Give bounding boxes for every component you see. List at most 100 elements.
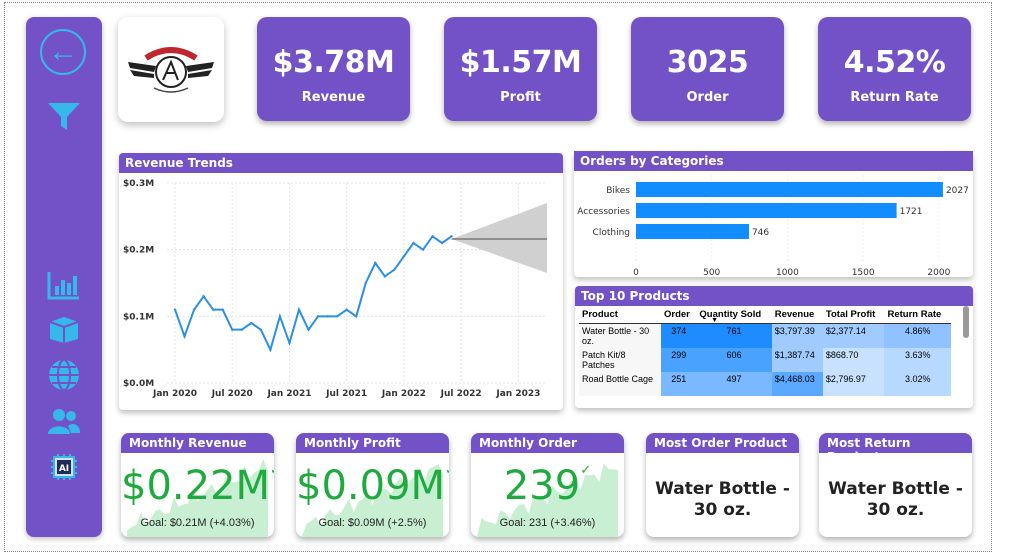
order-label: Order: [686, 90, 729, 105]
monthly-profit-card: Monthly Profit $0.09M✓ Goal: $0.09M (+2.…: [296, 433, 449, 537]
forecast-band: [451, 203, 547, 273]
return-rate-label: Return Rate: [850, 90, 939, 105]
ai-chip-icon[interactable]: AI: [44, 447, 84, 487]
col-product[interactable]: Product: [579, 306, 661, 324]
profit-label: Profit: [500, 90, 541, 105]
monthly-order-value: 239✓: [503, 463, 592, 509]
product-cell: Road Bottle Cage: [579, 372, 661, 396]
revenue-label: Revenue: [301, 90, 366, 105]
revenue-point[interactable]: [402, 255, 406, 258]
top10-panel: Top 10 Products Product Order Quantity S…: [575, 286, 973, 408]
revenue-point[interactable]: [297, 308, 301, 311]
monthly-order-card: Monthly Order 239✓ Goal: 231 (+3.46%): [471, 433, 624, 537]
revenue-point[interactable]: [231, 328, 234, 331]
order-cell: 374: [661, 323, 697, 348]
x-tick-label: Jan 2023: [495, 389, 540, 399]
brand-logo: [118, 17, 224, 122]
revenue-point[interactable]: [192, 308, 196, 311]
profit-cell: $868.70: [822, 348, 885, 372]
product-cell: Patch Kit/8 Patches: [579, 348, 661, 372]
bar-value-label: 1721: [900, 207, 923, 217]
globe-icon[interactable]: [44, 355, 84, 395]
top10-title: Top 10 Products: [575, 286, 973, 306]
profit-value: $1.57M: [459, 45, 582, 80]
revenue-trends-chart[interactable]: $0.0M $0.1M $0.2M $0.3M Jan 2020 Jul 2020 Jan …: [119, 173, 563, 410]
revenue-point[interactable]: [173, 308, 177, 311]
revenue-point[interactable]: [393, 268, 396, 271]
x-tick-label: 1000: [776, 268, 799, 277]
revenue-point[interactable]: [431, 235, 434, 238]
box-icon[interactable]: [44, 309, 84, 349]
revenue-point[interactable]: [307, 328, 310, 331]
revenue-point[interactable]: [326, 315, 329, 318]
y-tick-label: $0.1M: [123, 312, 154, 322]
table-row[interactable]: Road Bottle Cage 251 497 $4,468.03 $2,796.97…: [579, 372, 951, 396]
category-bar[interactable]: [636, 203, 897, 218]
revenue-point[interactable]: [355, 315, 358, 318]
monthly-profit-value: $0.09M✓: [296, 463, 449, 509]
revenue-point[interactable]: [316, 315, 320, 318]
y-tick-label: $0.2M: [123, 246, 154, 256]
revenue-point[interactable]: [335, 315, 339, 318]
revenue-point[interactable]: [269, 348, 272, 351]
return-rate-cell: 4.86%: [884, 323, 951, 348]
revenue-point[interactable]: [383, 275, 387, 278]
revenue-point[interactable]: [421, 248, 425, 251]
monthly-revenue-title: Monthly Revenue: [121, 433, 274, 453]
col-order[interactable]: Order: [661, 306, 697, 324]
revenue-point[interactable]: [288, 341, 291, 345]
monthly-profit-title: Monthly Profit: [296, 433, 449, 453]
revenue-point[interactable]: [240, 328, 243, 331]
x-tick-label: 500: [703, 268, 720, 277]
revenue-point[interactable]: [412, 241, 415, 245]
revenue-cell: $1,387.74: [771, 348, 823, 372]
revenue-point[interactable]: [250, 321, 253, 325]
orders-by-categories-panel: Orders by Categories 0 500 1000 1500 2000 Bik…: [574, 151, 973, 278]
col-revenue[interactable]: Revenue: [771, 306, 823, 324]
bar-chart-icon[interactable]: [44, 265, 84, 305]
top10-table: Product Order Quantity Sold ▼ Revenue Tot…: [579, 306, 951, 396]
most-order-product-value: Water Bottle - 30 oz.: [655, 479, 790, 520]
sort-desc-icon: ▼: [711, 317, 719, 324]
x-tick-label: Jul 2020: [211, 389, 253, 399]
filter-icon[interactable]: [44, 97, 84, 137]
ai-label: AI: [59, 464, 69, 474]
table-scrollbar[interactable]: [963, 306, 969, 338]
quantity-cell: 606: [696, 348, 772, 372]
category-label: Accessories: [577, 207, 630, 217]
revenue-point[interactable]: [259, 328, 263, 331]
revenue-point[interactable]: [450, 235, 453, 238]
revenue-point[interactable]: [345, 308, 348, 311]
category-bar[interactable]: [636, 224, 749, 239]
table-row[interactable]: Water Bottle - 30 oz. 374 761 $3,797.39 $2,3…: [579, 323, 951, 348]
revenue-point[interactable]: [202, 295, 205, 298]
table-row[interactable]: Patch Kit/8 Patches 299 606 $1,387.74 $868.7…: [579, 348, 951, 372]
back-arrow-icon[interactable]: ←: [40, 29, 86, 75]
x-tick-label: Jan 2021: [266, 389, 311, 399]
revenue-point[interactable]: [221, 308, 224, 311]
return-rate-cell: 3.02%: [884, 372, 951, 396]
category-bar[interactable]: [636, 182, 943, 197]
sidebar: ← AI: [26, 17, 102, 537]
most-return-product-card: Most Return Product Water Bottle - 30 oz…: [819, 433, 972, 537]
users-icon[interactable]: [44, 401, 84, 441]
col-total-profit[interactable]: Total Profit: [822, 306, 885, 324]
orders-by-categories-chart[interactable]: 0 500 1000 1500 2000 Bikes 2027 Accessories 1721…: [574, 171, 973, 278]
revenue-point[interactable]: [211, 308, 215, 311]
y-tick-label: $0.3M: [123, 179, 154, 189]
revenue-point[interactable]: [374, 261, 377, 265]
revenue-point[interactable]: [278, 315, 282, 318]
monthly-revenue-goal: Goal: $0.21M (+4.03%): [140, 517, 255, 529]
revenue-series-line[interactable]: [174, 234, 453, 353]
order-cell: 251: [661, 372, 697, 396]
col-quantity-sold[interactable]: Quantity Sold ▼: [696, 306, 772, 324]
order-card: 3025 Order: [631, 17, 784, 121]
revenue-point[interactable]: [364, 281, 367, 285]
revenue-point[interactable]: [183, 335, 186, 338]
revenue-point[interactable]: [440, 241, 444, 245]
col-return-rate[interactable]: Return Rate: [884, 306, 951, 324]
product-cell: Water Bottle - 30 oz.: [579, 323, 661, 348]
monthly-revenue-card: Monthly Revenue $0.22M✓ Goal: $0.21M (+4…: [121, 433, 274, 537]
revenue-card: $3.78M Revenue: [257, 17, 410, 121]
quantity-cell: 497: [696, 372, 772, 396]
